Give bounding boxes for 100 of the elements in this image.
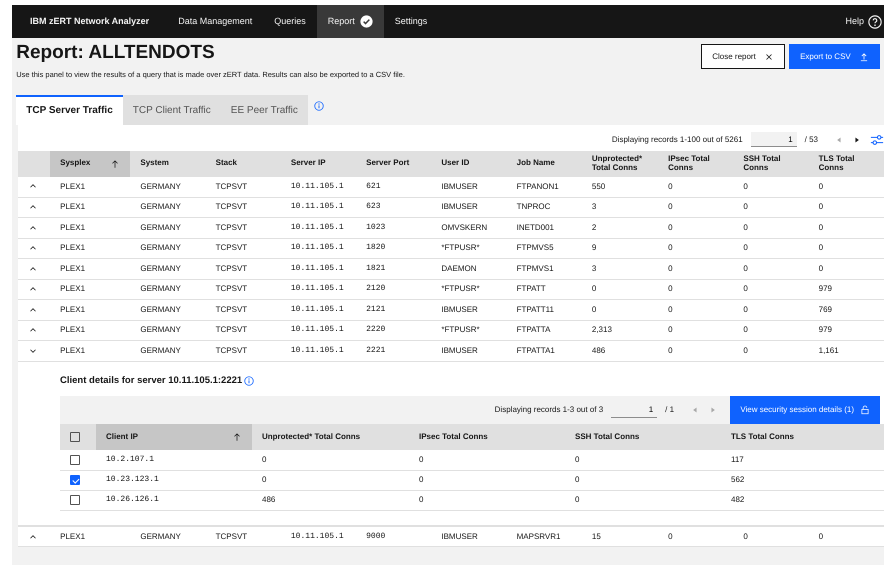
table-cell: TCPSVT (206, 300, 281, 320)
page-total: / 53 (804, 134, 818, 146)
table-cell: 0 (808, 176, 884, 198)
table-cell: 117 (721, 450, 884, 470)
nav-link[interactable]: Report (316, 5, 384, 38)
table-cell: IBMUSER (431, 526, 507, 547)
column-header[interactable]: Client IP (96, 424, 252, 450)
column-header[interactable]: Job Name (506, 150, 582, 177)
column-header[interactable]: Stack (206, 150, 281, 177)
table-cell: 10.11.105.1 (280, 258, 356, 280)
table-cell: 10.26.126.1 (96, 490, 252, 510)
table-cell: 979 (808, 320, 884, 341)
table-cell: 2120 (356, 279, 432, 300)
table-cell: PLEX1 (50, 176, 130, 198)
table-cell: 10.11.105.1 (280, 176, 356, 198)
table-cell: 10.11.105.1 (280, 526, 356, 547)
column-header[interactable]: SSH Total Conns (565, 424, 721, 450)
info-icon (314, 100, 324, 111)
tab[interactable]: EE Peer Traffic (220, 94, 308, 125)
table-cell: FTPATT (506, 279, 582, 300)
table-cell: 0 (733, 238, 809, 259)
tab[interactable]: TCP Server Traffic (16, 94, 123, 125)
column-header[interactable]: Unprotected* Total Conns (252, 424, 409, 450)
table-cell: GERMANY (130, 526, 206, 547)
table-cell: 2,313 (582, 320, 658, 341)
table-cell: 0 (582, 279, 658, 300)
checkbox[interactable] (70, 495, 80, 506)
table-cell: IBMUSER (431, 176, 507, 198)
export-button[interactable]: Export to CSV (789, 44, 880, 70)
table-cell: 0 (733, 218, 809, 238)
table-cell: 0 (658, 300, 734, 320)
column-header[interactable]: User ID (431, 150, 507, 177)
nav-link[interactable]: Data Management (167, 5, 264, 38)
checkbox[interactable] (70, 432, 80, 442)
table-cell: 10.11.105.1 (280, 238, 356, 259)
table-cell: GERMANY (130, 197, 206, 218)
column-header[interactable]: Sysplex (50, 150, 130, 177)
column-header[interactable]: TLS Total Conns (721, 424, 884, 450)
table-cell: GERMANY (130, 320, 206, 341)
table-cell: 2220 (356, 320, 432, 341)
table-cell: FTPATTA (506, 320, 582, 341)
table-cell: 10.2.107.1 (96, 450, 252, 470)
table-cell: 0 (733, 279, 809, 300)
table-cell: *FTPUSR* (431, 279, 507, 300)
table-cell: PLEX1 (50, 340, 130, 362)
column-header[interactable]: Unprotected* Total Conns (582, 150, 658, 177)
page-title: Report: ALLTENDOTS (16, 42, 216, 66)
table-cell: 0 (733, 197, 809, 218)
table-cell: 10.11.105.1 (280, 340, 356, 362)
pagination-summary: Displaying records 1-3 out of 3 (494, 404, 604, 416)
table-cell: DAEMON (431, 258, 507, 280)
table-cell: 10.11.105.1 (280, 300, 356, 320)
table-cell: 10.11.105.1 (280, 279, 356, 300)
table-cell: IBMUSER (431, 340, 507, 362)
help-link[interactable]: Help (845, 5, 884, 38)
table-cell: FTPATTA1 (506, 340, 582, 362)
view-details-button[interactable]: View security session details (1) (730, 396, 880, 424)
column-header[interactable]: Server IP (280, 150, 356, 177)
close-report-button[interactable]: Close report (701, 44, 785, 70)
table-cell: 0 (808, 218, 884, 238)
column-header[interactable]: IPsec Total Conns (658, 150, 734, 177)
lock-icon (860, 405, 870, 416)
table-cell: 486 (252, 490, 409, 510)
table-cell: 0 (658, 526, 734, 547)
table-cell: TCPSVT (206, 258, 281, 280)
table-cell: TNPROC (506, 197, 582, 218)
checkbox[interactable] (70, 475, 80, 486)
tab[interactable]: TCP Client Traffic (122, 94, 221, 125)
table-cell: 1,161 (808, 340, 884, 362)
column-header[interactable]: Server Port (356, 150, 432, 177)
table-cell: 2 (582, 218, 658, 238)
table-cell: 0 (658, 279, 734, 300)
close-icon (764, 52, 774, 62)
table-cell: 9 (582, 238, 658, 259)
table-cell: TCPSVT (206, 340, 281, 362)
checkbox[interactable] (70, 455, 80, 466)
table-cell: 562 (721, 470, 884, 490)
table-cell: PLEX1 (50, 300, 130, 320)
settings-sliders-icon[interactable] (870, 132, 884, 147)
table-cell: 0 (658, 176, 734, 198)
table-cell: 3 (582, 258, 658, 280)
column-header[interactable]: TLS Total Conns (808, 150, 884, 177)
table-cell: TCPSVT (206, 526, 281, 547)
table-cell: FTPATT11 (506, 300, 582, 320)
table-cell: TCPSVT (206, 320, 281, 341)
table-cell: 0 (658, 218, 734, 238)
column-header[interactable]: System (130, 150, 206, 177)
nav-link[interactable]: Queries (263, 5, 317, 38)
table-cell: 9000 (356, 526, 432, 547)
nav-link[interactable]: Settings (384, 5, 438, 38)
table-cell: 482 (721, 490, 884, 510)
column-header[interactable]: IPsec Total Conns (409, 424, 565, 450)
table-cell: 10.11.105.1 (280, 197, 356, 218)
table-cell: 0 (252, 450, 409, 470)
column-header[interactable]: SSH Total Conns (733, 150, 809, 177)
table-cell: 0 (658, 340, 734, 362)
table-cell: 0 (733, 300, 809, 320)
table-cell: GERMANY (130, 340, 206, 362)
sort-arrow-icon (232, 432, 242, 442)
page-input[interactable]: 1 (750, 132, 797, 148)
